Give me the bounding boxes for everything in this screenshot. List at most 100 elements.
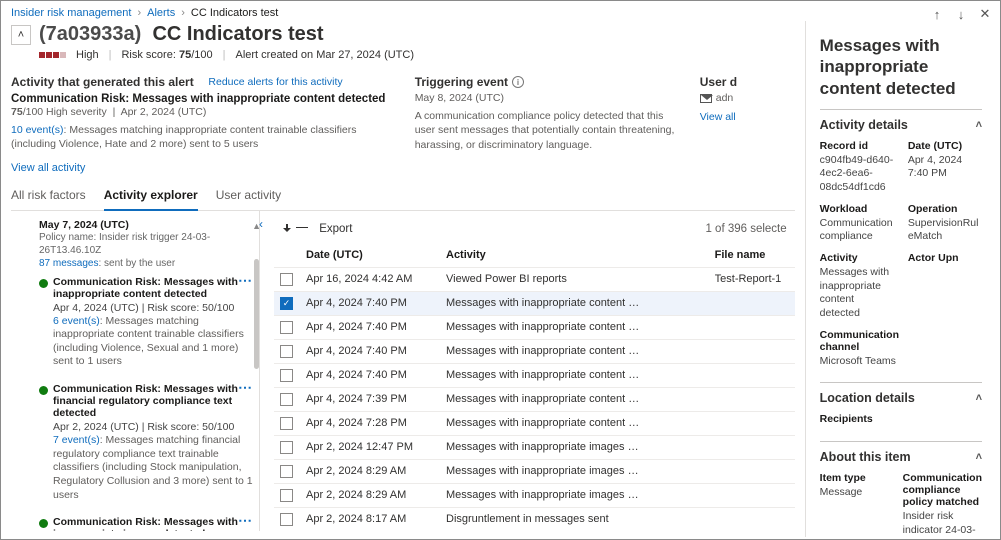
row-checkbox[interactable]: ✓ — [280, 297, 293, 310]
actor-label: Actor Upn — [908, 252, 982, 264]
trigger-desc: A communication compliance policy detect… — [415, 109, 676, 152]
chevron-up-icon[interactable]: ˄ — [976, 392, 982, 404]
cell-file: Test-Report-1 — [715, 273, 795, 285]
risk-score: Risk score: 75/100 — [121, 49, 212, 61]
row-checkbox[interactable] — [280, 489, 293, 502]
timeline-item-meta: Apr 4, 2024 (UTC) | Risk score: 50/100 — [53, 302, 253, 314]
selection-count: 1 of 396 selecte — [705, 223, 786, 235]
table-row[interactable]: Apr 4, 2024 7:40 PMMessages with inappro… — [274, 363, 795, 387]
more-icon[interactable]: ⋯ — [238, 383, 253, 391]
col-activity[interactable]: Activity — [446, 249, 715, 261]
policy-value: Insider risk indicator 24-03-22T17.34.55… — [903, 510, 982, 537]
activity-header: Activity that generated this alert — [11, 75, 194, 89]
date-label: Date (UTC) — [908, 140, 982, 152]
timeline-context: May 7, 2024 (UTC) Policy name: Insider r… — [39, 219, 253, 270]
activity-label: Activity — [820, 252, 894, 264]
cell-activity: Disgruntlement in messages sent — [446, 513, 715, 525]
table-row[interactable]: Apr 2, 2024 12:47 PMMessages with inappr… — [274, 435, 795, 459]
tab-all-risk-factors[interactable]: All risk factors — [11, 182, 86, 210]
trigger-header: Triggering event — [415, 75, 508, 89]
col-date[interactable]: Date (UTC) — [306, 249, 446, 261]
activity-value: Messages with inappropriate content dete… — [820, 266, 894, 321]
table-row[interactable]: Apr 4, 2024 7:39 PMMessages with inappro… — [274, 387, 795, 411]
download-icon — [282, 224, 292, 234]
col-file[interactable]: File name — [715, 249, 795, 261]
event-count-link[interactable]: 10 event(s) — [11, 124, 64, 136]
operation-value: SupervisionRuleMatch — [908, 217, 982, 244]
activity-title: Communication Risk: Messages with inappr… — [11, 93, 391, 105]
cell-date: Apr 4, 2024 7:28 PM — [306, 417, 446, 429]
tab-activity-explorer[interactable]: Activity explorer — [104, 182, 198, 211]
breadcrumb: Insider risk management › Alerts › CC In… — [1, 1, 1000, 21]
timeline-item[interactable]: Communication Risk: Messages with financ… — [39, 383, 253, 502]
operation-label: Operation — [908, 203, 982, 215]
export-button[interactable]: Export — [282, 223, 352, 235]
table-row[interactable]: Apr 4, 2024 7:40 PMMessages with inappro… — [274, 339, 795, 363]
trigger-date: May 8, 2024 (UTC) — [415, 91, 676, 105]
cell-date: Apr 16, 2024 4:42 AM — [306, 273, 446, 285]
table-row[interactable]: Apr 2, 2024 8:29 AMMessages with inappro… — [274, 483, 795, 507]
cell-activity: Messages with inappropriate content … — [446, 297, 715, 309]
item-type-value: Message — [820, 486, 889, 500]
location-details-header: Location details — [820, 391, 915, 405]
table-row[interactable]: Apr 16, 2024 4:42 AMViewed Power BI repo… — [274, 267, 795, 291]
cell-date: Apr 4, 2024 7:39 PM — [306, 393, 446, 405]
recipients-label: Recipients — [820, 413, 982, 425]
activity-sev-line: 75/100 High severity | Apr 2, 2024 (UTC) — [11, 105, 391, 119]
collapse-timeline-icon[interactable]: ‹ — [259, 217, 263, 231]
messages-link[interactable]: 87 messages — [39, 258, 98, 269]
event-count-link[interactable]: 6 event(s) — [53, 315, 100, 327]
scroll-hint[interactable]: ▲ — [252, 221, 259, 234]
chevron-up-icon[interactable]: ˄ — [976, 451, 982, 463]
table-row[interactable]: Apr 2, 2024 8:17 AMDisgruntlement in mes… — [274, 507, 795, 531]
record-id-label: Record id — [820, 140, 894, 152]
view-all-user-link[interactable]: View all — [700, 111, 736, 123]
activity-details-header: Activity details — [820, 118, 908, 132]
cell-activity: Messages with inappropriate images … — [446, 441, 715, 453]
timeline-item-title: Communication Risk: Messages with inappr… — [53, 516, 238, 530]
cell-activity: Messages with inappropriate images … — [446, 465, 715, 477]
tab-user-activity[interactable]: User activity — [216, 182, 281, 210]
chevron-right-icon: › — [137, 7, 141, 19]
event-count-link[interactable]: 7 event(s) — [53, 434, 100, 446]
row-checkbox[interactable] — [280, 345, 293, 358]
table-row[interactable]: Apr 4, 2024 7:40 PMMessages with inappro… — [274, 315, 795, 339]
row-checkbox[interactable] — [280, 513, 293, 526]
row-checkbox[interactable] — [280, 465, 293, 478]
policy-label: Communication compliance policy matched — [903, 472, 982, 508]
row-checkbox[interactable] — [280, 441, 293, 454]
crumb-current: CC Indicators test — [191, 7, 278, 19]
severity-bars-icon — [39, 52, 66, 58]
info-icon[interactable]: i — [512, 76, 524, 88]
timeline-item-title: Communication Risk: Messages with financ… — [53, 383, 238, 419]
crumb-root[interactable]: Insider risk management — [11, 7, 131, 19]
cell-activity: Messages with inappropriate images … — [446, 489, 715, 501]
cell-date: Apr 4, 2024 7:40 PM — [306, 345, 446, 357]
row-checkbox[interactable] — [280, 369, 293, 382]
timeline-item[interactable]: Communication Risk: Messages with inappr… — [39, 516, 253, 530]
mail-icon — [700, 94, 712, 103]
cell-activity: Messages with inappropriate content … — [446, 369, 715, 381]
table-row[interactable]: Apr 2, 2024 8:29 AMMessages with inappro… — [274, 459, 795, 483]
collapse-button[interactable]: ˄ — [11, 25, 31, 45]
reduce-alerts-link[interactable]: Reduce alerts for this activity — [208, 76, 342, 88]
cell-date: Apr 4, 2024 7:40 PM — [306, 321, 446, 333]
user-header: User d — [700, 75, 795, 89]
crumb-alerts[interactable]: Alerts — [147, 7, 175, 19]
more-icon[interactable]: ⋯ — [238, 516, 253, 524]
alert-meta: High| Risk score: 75/100| Alert created … — [39, 49, 795, 61]
tabs: All risk factors Activity explorer User … — [11, 182, 795, 211]
chevron-right-icon: › — [181, 7, 185, 19]
row-checkbox[interactable] — [280, 273, 293, 286]
chevron-up-icon[interactable]: ˄ — [976, 119, 982, 131]
row-checkbox[interactable] — [280, 321, 293, 334]
row-checkbox[interactable] — [280, 417, 293, 430]
cell-date: Apr 2, 2024 12:47 PM — [306, 441, 446, 453]
timeline-item[interactable]: Communication Risk: Messages with inappr… — [39, 276, 253, 370]
table-row[interactable]: ✓Apr 4, 2024 7:40 PMMessages with inappr… — [274, 291, 795, 315]
row-checkbox[interactable] — [280, 393, 293, 406]
table-row[interactable]: Apr 4, 2024 7:28 PMMessages with inappro… — [274, 411, 795, 435]
cell-activity: Messages with inappropriate content … — [446, 417, 715, 429]
view-all-activity-link[interactable]: View all activity — [11, 162, 85, 174]
more-icon[interactable]: ⋯ — [238, 276, 253, 284]
